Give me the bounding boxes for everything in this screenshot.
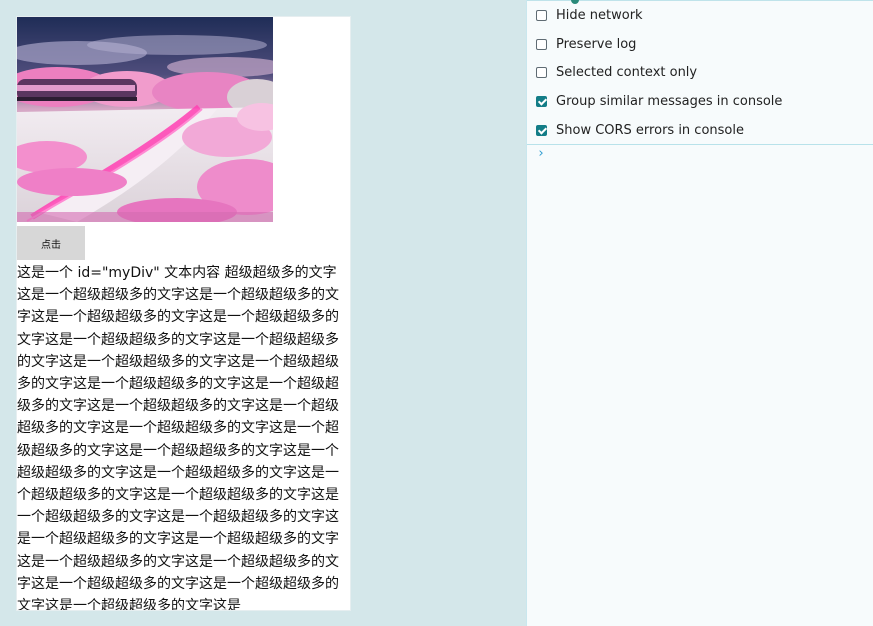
- setting-label: Preserve log: [556, 36, 637, 52]
- setting-selected-context-only[interactable]: Selected context only: [536, 62, 697, 82]
- setting-label: Show CORS errors in console: [556, 122, 744, 138]
- console-prompt[interactable]: ›: [537, 146, 545, 161]
- checkbox[interactable]: [536, 66, 547, 78]
- setting-label: Group similar messages in console: [556, 93, 783, 109]
- devtools-console-panel: Hide network Preserve log Selected conte…: [526, 0, 873, 626]
- setting-label: Selected context only: [556, 64, 698, 80]
- setting-preserve-log[interactable]: Preserve log: [536, 34, 636, 54]
- setting-label: Hide network: [556, 7, 643, 23]
- setting-hide-network[interactable]: Hide network: [536, 5, 643, 25]
- checkbox[interactable]: [536, 9, 547, 21]
- landscape-image: [17, 17, 273, 222]
- setting-show-cors-errors[interactable]: Show CORS errors in console: [536, 120, 744, 140]
- setting-group-similar-messages[interactable]: Group similar messages in console: [536, 91, 782, 111]
- checkbox[interactable]: [536, 95, 547, 107]
- console-settings: Hide network Preserve log Selected conte…: [527, 2, 873, 145]
- my-div-text: 这是一个 id="myDiv" 文本内容 超级超级多的文字这是一个超级超级多的文…: [17, 265, 339, 611]
- page-preview: 点击 这是一个 id="myDiv" 文本内容 超级超级多的文字这是一个超级超级…: [16, 16, 351, 611]
- checkbox[interactable]: [536, 38, 547, 50]
- click-button[interactable]: 点击: [17, 226, 85, 260]
- checkbox[interactable]: [536, 124, 547, 136]
- chevron-right-icon: ›: [537, 146, 545, 161]
